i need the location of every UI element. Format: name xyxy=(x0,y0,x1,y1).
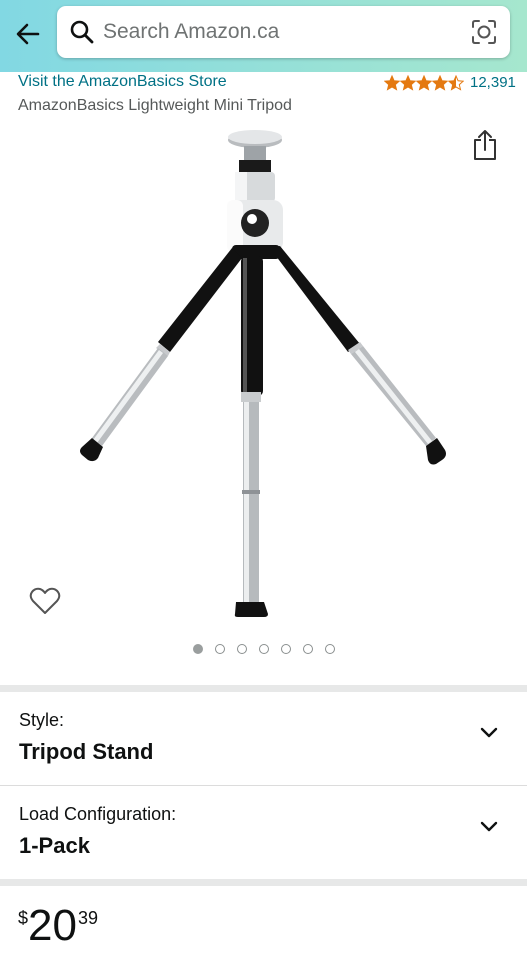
star-full-icon xyxy=(384,74,400,91)
store-link[interactable]: Visit the AmazonBasics Store xyxy=(18,73,227,91)
heart-icon[interactable] xyxy=(28,584,62,618)
load-configuration-selector[interactable]: Load Configuration: 1-Pack xyxy=(0,786,527,874)
back-button[interactable] xyxy=(8,14,48,54)
section-divider xyxy=(0,685,527,692)
search-icon xyxy=(70,20,94,44)
app-header xyxy=(0,0,527,72)
search-input[interactable] xyxy=(103,16,453,48)
star-full-icon xyxy=(400,74,416,91)
product-image[interactable] xyxy=(40,120,490,620)
section-divider xyxy=(0,879,527,886)
rating-summary[interactable]: 12,391 xyxy=(384,74,516,91)
image-dot[interactable] xyxy=(324,644,335,654)
search-box[interactable] xyxy=(57,6,510,58)
style-label: Style: xyxy=(19,710,65,730)
arrow-left-icon xyxy=(16,23,40,45)
rating-count: 12,391 xyxy=(470,74,516,91)
star-full-icon xyxy=(416,74,432,91)
price-whole: 20 xyxy=(28,901,77,950)
image-dot[interactable] xyxy=(236,644,247,654)
chevron-down-icon xyxy=(480,727,498,738)
image-pagination xyxy=(0,644,527,658)
style-value: Tripod Stand xyxy=(19,739,154,764)
star-half-icon xyxy=(448,74,464,91)
price-fraction: 39 xyxy=(77,908,98,928)
load-configuration-label: Load Configuration: xyxy=(19,804,177,824)
price-symbol: $ xyxy=(18,908,29,928)
image-dot[interactable] xyxy=(302,644,313,654)
style-selector[interactable]: Style: Tripod Stand xyxy=(0,692,527,780)
image-dot[interactable] xyxy=(258,644,269,654)
image-dot[interactable] xyxy=(192,644,203,654)
camera-lens-icon[interactable] xyxy=(470,18,498,46)
chevron-down-icon xyxy=(480,821,498,832)
star-rating xyxy=(384,74,464,91)
star-full-icon xyxy=(432,74,448,91)
image-dot[interactable] xyxy=(214,644,225,654)
product-title: AmazonBasics Lightweight Mini Tripod xyxy=(18,97,292,114)
image-dot[interactable] xyxy=(280,644,291,654)
load-configuration-value: 1-Pack xyxy=(19,833,90,858)
price: $ 20 39 xyxy=(18,900,98,952)
